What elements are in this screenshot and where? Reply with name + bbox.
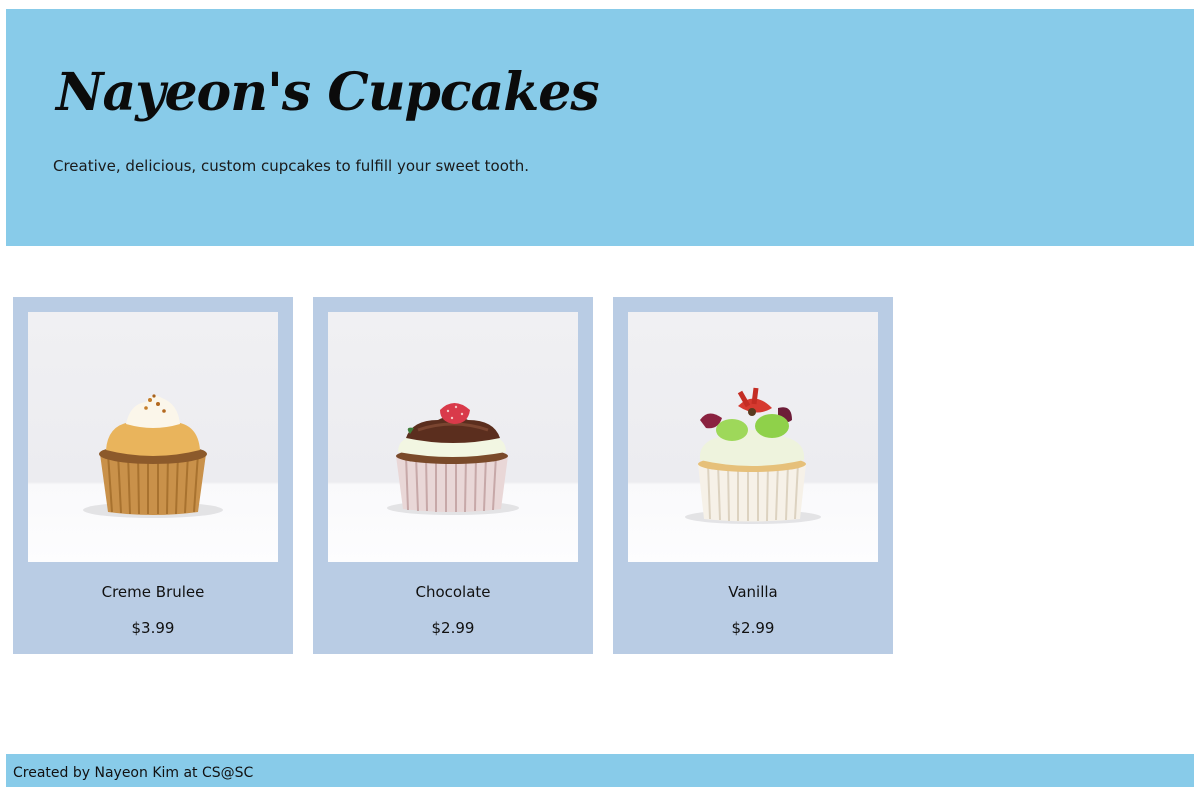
site-title: Nayeon's Cupcakes	[56, 62, 600, 123]
product-card-vanilla[interactable]: Vanilla $2.99	[613, 297, 893, 654]
site-tagline: Creative, delicious, custom cupcakes to …	[53, 157, 530, 175]
footer-credit: Created by Nayeon Kim at CS@SC	[13, 765, 254, 781]
creme-brulee-cupcake-image	[28, 312, 278, 562]
chocolate-cupcake-image	[328, 312, 578, 562]
site-footer: Created by Nayeon Kim at CS@SC	[6, 754, 1194, 787]
product-card-chocolate[interactable]: Chocolate $2.99	[313, 297, 593, 654]
product-name: Vanilla	[728, 583, 778, 601]
site-header: Nayeon's Cupcakes Creative, delicious, c…	[6, 9, 1194, 246]
vanilla-cupcake-image	[628, 312, 878, 562]
product-card-creme-brulee[interactable]: Creme Brulee $3.99	[13, 297, 293, 654]
product-price: $2.99	[431, 619, 475, 637]
product-name: Creme Brulee	[101, 583, 205, 601]
product-price: $3.99	[131, 619, 175, 637]
product-name: Chocolate	[415, 583, 491, 601]
product-price: $2.99	[731, 619, 775, 637]
